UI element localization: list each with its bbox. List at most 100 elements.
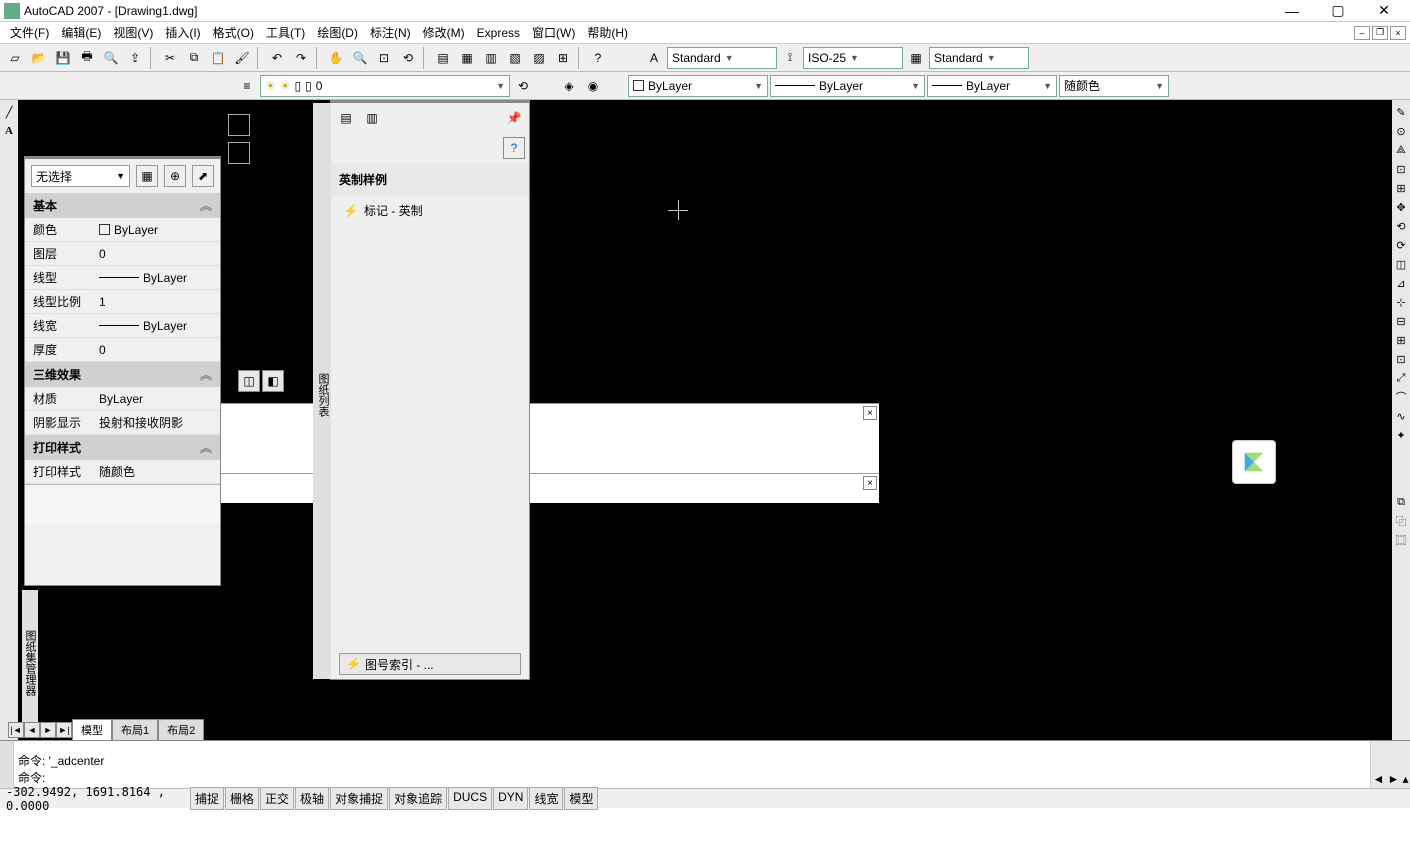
dc-icon[interactable]: ▦ [456,47,478,69]
rtool2-2-icon[interactable]: ⿻ [1393,513,1409,529]
property-row[interactable]: 阴影显示投射和接收阴影 [25,411,220,435]
rtool-15-icon[interactable]: ⤢ [1393,370,1409,386]
text-tool-icon[interactable]: A [1,123,17,139]
cmdline-handle[interactable] [0,741,14,788]
floating-logo-icon[interactable] [1232,440,1276,484]
property-value[interactable]: ByLayer [95,271,220,285]
open-icon[interactable]: 📂 [28,47,50,69]
property-row[interactable]: 线型ByLayer [25,266,220,290]
publish-icon[interactable]: ⇪ [124,47,146,69]
rtool-13-icon[interactable]: ⊞ [1393,332,1409,348]
section-basic[interactable]: 基本︽ [25,193,220,218]
tab-nav-first[interactable]: |◄ [8,722,24,738]
property-value[interactable]: ByLayer [95,392,220,406]
vbtn2-icon[interactable]: ◧ [262,370,284,392]
table-style-dropdown[interactable]: Standard▼ [929,47,1029,69]
rtool-9-icon[interactable]: ◫ [1393,256,1409,272]
plot-icon[interactable]: 🖶 [76,47,98,69]
tab-nav-next[interactable]: ► [40,722,56,738]
minimize-button[interactable]: — [1278,2,1306,20]
pan-icon[interactable]: ✋ [325,47,347,69]
text-style-dropdown[interactable]: Standard▼ [667,47,777,69]
color-dropdown[interactable]: ByLayer▼ [628,75,768,97]
rtool-5-icon[interactable]: ⊞ [1393,180,1409,196]
menu-tools[interactable]: 工具(T) [260,24,311,41]
layertools2-icon[interactable]: ◉ [582,75,604,97]
rtool-8-icon[interactable]: ⟳ [1393,237,1409,253]
rtool-16-icon[interactable]: ⌒ [1393,389,1409,405]
sheet-item[interactable]: ⚡标记 - 英制 [331,196,529,225]
zoom-rt-icon[interactable]: 🔍 [349,47,371,69]
dc-desc-close-icon[interactable]: × [863,476,877,490]
pickadd-icon[interactable]: ⊕ [164,165,186,187]
menu-insert[interactable]: 插入(I) [159,24,206,41]
status-toggle-栅格[interactable]: 栅格 [225,787,259,810]
zoom-prev-icon[interactable]: ⟲ [397,47,419,69]
undo-icon[interactable]: ↶ [266,47,288,69]
tab-nav-prev[interactable]: ◄ [24,722,40,738]
property-row[interactable]: 厚度0 [25,338,220,362]
tab-layout2[interactable]: 布局2 [158,719,204,741]
property-row[interactable]: 图层0 [25,242,220,266]
property-row[interactable]: 线宽ByLayer [25,314,220,338]
cmd-prompt[interactable]: 命令: [18,769,1366,786]
props-icon[interactable]: ▤ [432,47,454,69]
layertools-icon[interactable]: ◈ [558,75,580,97]
markup-icon[interactable]: ▨ [528,47,550,69]
maximize-button[interactable]: ▢ [1324,2,1352,20]
zoom-win-icon[interactable]: ⊡ [373,47,395,69]
rtool-10-icon[interactable]: ⊿ [1393,275,1409,291]
ss-help-icon[interactable]: ? [503,137,525,159]
rtool-1-icon[interactable]: ✎ [1393,104,1409,120]
property-row[interactable]: 颜色ByLayer [25,218,220,242]
menu-format[interactable]: 格式(O) [207,24,260,41]
mdi-close[interactable]: × [1390,26,1406,40]
cmdline-scroll[interactable]: ◄►▴ [1370,741,1410,788]
status-toggle-对象追踪[interactable]: 对象追踪 [389,787,447,810]
menu-window[interactable]: 窗口(W) [526,24,581,41]
rtool2-1-icon[interactable]: ⧉ [1393,494,1409,510]
tab-layout1[interactable]: 布局1 [112,719,158,741]
ws-btn1-icon[interactable]: ▦ [228,114,250,136]
menu-express[interactable]: Express [471,26,526,40]
status-toggle-线宽[interactable]: 线宽 [529,787,563,810]
redo-icon[interactable]: ↷ [290,47,312,69]
status-toggle-极轴[interactable]: 极轴 [295,787,329,810]
rtool-2-icon[interactable]: ⊙ [1393,123,1409,139]
dim-style-dropdown[interactable]: ISO-25▼ [803,47,903,69]
menu-modify[interactable]: 修改(M) [417,24,471,41]
selection-dropdown[interactable]: 无选择▼ [31,165,130,187]
plotstyle-dropdown[interactable]: 随颜色▼ [1059,75,1169,97]
property-value[interactable]: ByLayer [95,223,220,237]
rtool2-3-icon[interactable]: ⿴ [1393,532,1409,548]
property-value[interactable]: 随颜色 [95,463,220,480]
textstyle-icon[interactable]: A [643,47,665,69]
property-value[interactable]: 0 [95,247,220,261]
property-row[interactable]: 打印样式随颜色 [25,460,220,484]
status-toggle-正交[interactable]: 正交 [260,787,294,810]
preview-icon[interactable]: 🔍 [100,47,122,69]
menu-dimension[interactable]: 标注(N) [364,24,417,41]
layer-dropdown[interactable]: ☀☀▯▯ 0▼ [260,75,510,97]
ss-pin-icon[interactable]: 📌 [503,107,525,129]
section-print[interactable]: 打印样式︽ [25,435,220,460]
property-row[interactable]: 线型比例1 [25,290,220,314]
command-line[interactable]: 命令: '_adcenter 命令: ◄►▴ [0,740,1410,788]
dimstyle-icon[interactable]: ⟟ [779,47,801,69]
match-icon[interactable]: 🖌 [231,47,253,69]
rtool-3-icon[interactable]: ⟁ [1393,142,1409,158]
rtool-14-icon[interactable]: ⊡ [1393,351,1409,367]
layer-mgr-icon[interactable]: ≡ [236,75,258,97]
status-toggle-捕捉[interactable]: 捕捉 [190,787,224,810]
help-icon[interactable]: ? [587,47,609,69]
status-toggle-对象捕捉[interactable]: 对象捕捉 [330,787,388,810]
copy-icon[interactable]: ⧉ [183,47,205,69]
menu-edit[interactable]: 编辑(E) [55,24,107,41]
menu-view[interactable]: 视图(V) [107,24,159,41]
ss-btn2-icon[interactable]: ▥ [361,107,383,129]
section-3d[interactable]: 三维效果︽ [25,362,220,387]
tab-model[interactable]: 模型 [72,719,112,741]
sheet-tab[interactable]: ⚡图号索引 - ... [339,653,521,675]
status-toggle-模型[interactable]: 模型 [564,787,598,810]
mdi-minimize[interactable]: – [1354,26,1370,40]
